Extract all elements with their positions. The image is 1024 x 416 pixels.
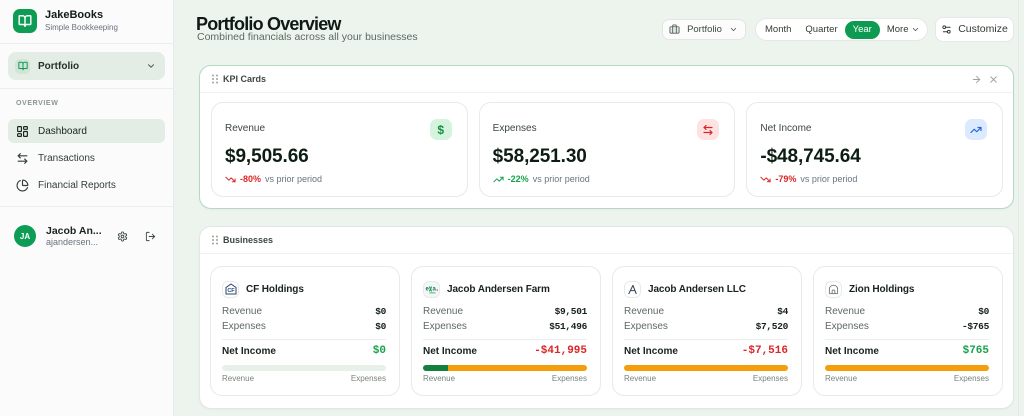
svg-text:a: a [432, 287, 436, 293]
svg-text:CF: CF [227, 288, 235, 294]
svg-text:e: e [425, 287, 429, 293]
